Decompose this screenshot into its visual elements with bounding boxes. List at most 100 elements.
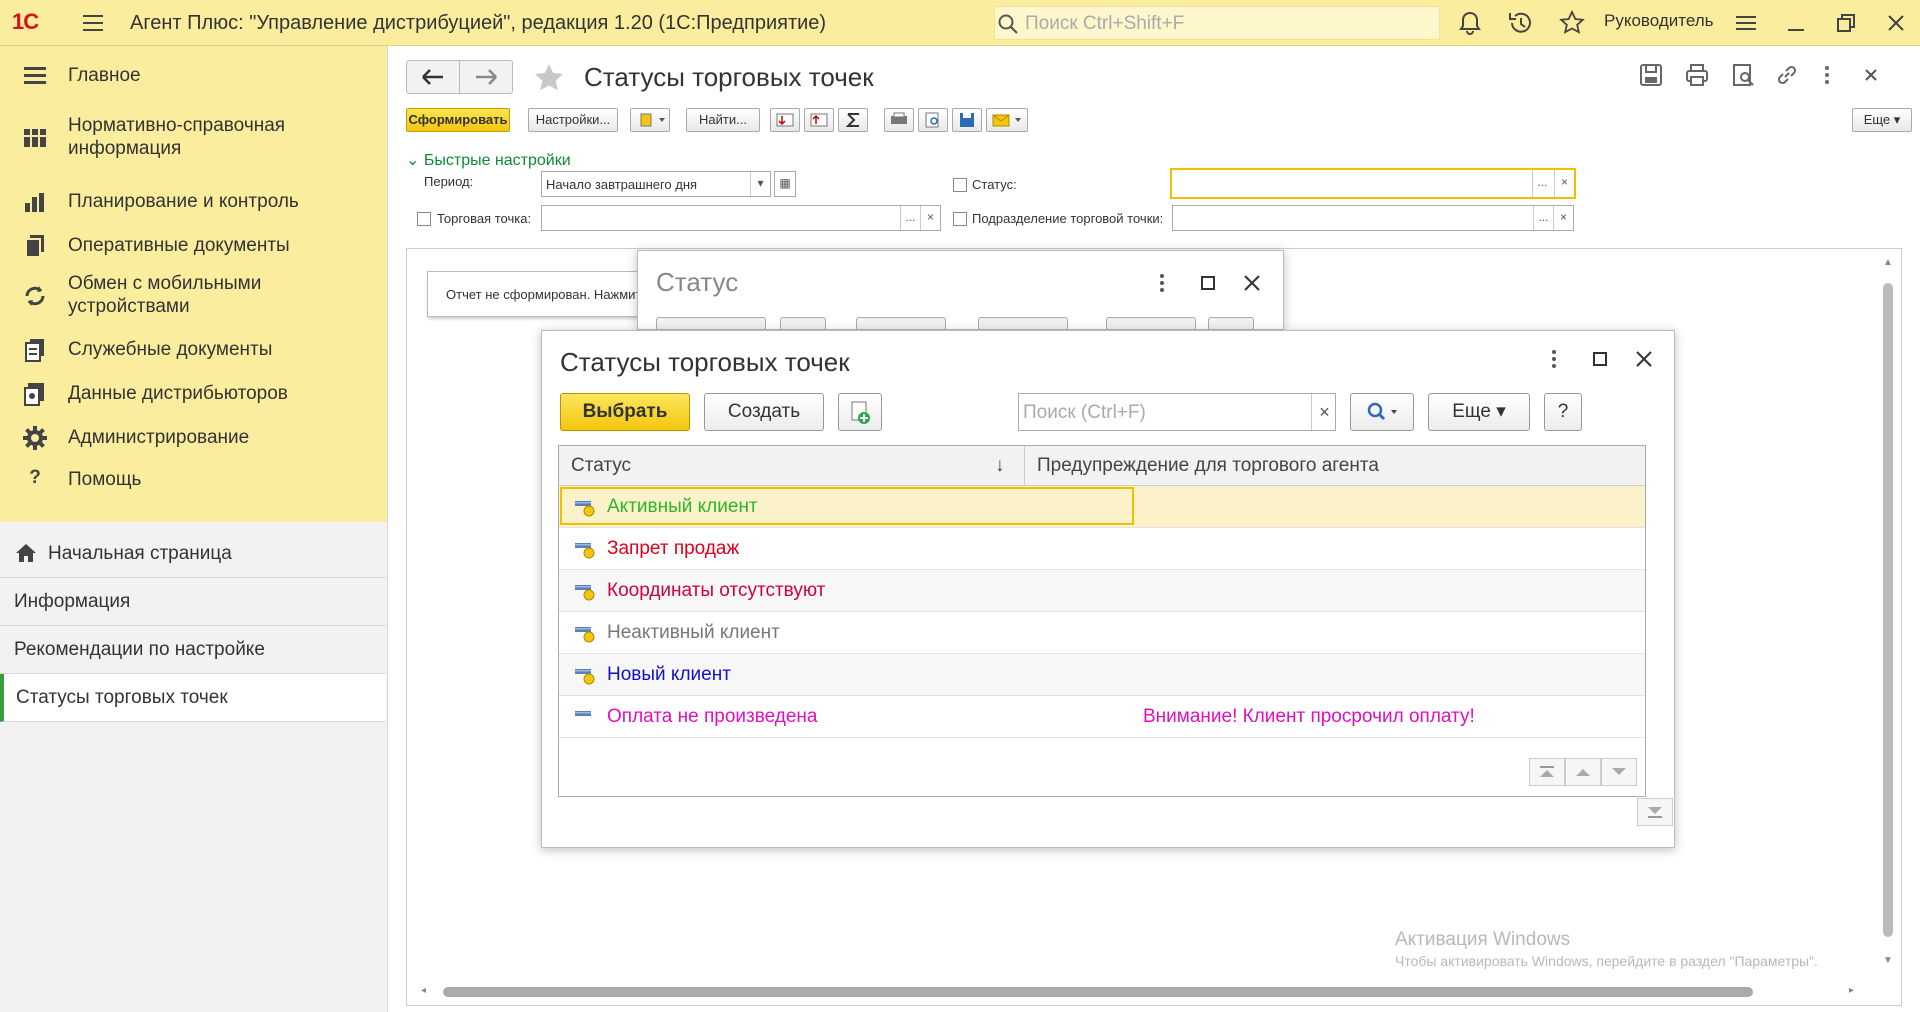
preview-icon[interactable] bbox=[1730, 62, 1756, 88]
table-row[interactable]: Оплата не произведена Внимание! Клиент пр… bbox=[559, 696, 1645, 738]
variant-dropdown-button[interactable] bbox=[630, 108, 670, 132]
status-field[interactable]: ... × bbox=[1170, 168, 1576, 199]
sidebar-item-service-docs[interactable]: Служебные документы bbox=[0, 330, 386, 370]
period-field[interactable]: Начало завтрашнего дня ▾ bbox=[541, 171, 771, 197]
status-dialog-button[interactable] bbox=[978, 317, 1068, 329]
status-dialog-button[interactable] bbox=[1208, 317, 1254, 329]
forward-button[interactable] bbox=[459, 60, 513, 94]
period-calendar-button[interactable]: ▦ bbox=[774, 171, 796, 197]
scroll-up-icon[interactable]: ▲ bbox=[1883, 257, 1893, 268]
history-icon[interactable] bbox=[1506, 9, 1534, 37]
sidebar-item-reference-info[interactable]: Нормативно-справочная информация bbox=[0, 110, 386, 166]
preview-report-icon[interactable] bbox=[918, 108, 948, 132]
save-report-icon[interactable] bbox=[952, 108, 982, 132]
create-copy-button[interactable] bbox=[838, 393, 882, 431]
scroll-right-icon[interactable]: ▸ bbox=[1849, 985, 1854, 996]
sidebar-link-outlet-statuses[interactable]: Статусы торговых точек bbox=[0, 674, 386, 722]
restore-icon[interactable] bbox=[1832, 9, 1860, 37]
table-row[interactable]: Новый клиент bbox=[559, 654, 1645, 696]
sidebar-link-info[interactable]: Информация bbox=[0, 578, 386, 626]
horizontal-scrollbar[interactable] bbox=[443, 987, 1753, 997]
scroll-left-icon[interactable]: ◂ bbox=[421, 985, 426, 996]
vertical-scrollbar[interactable] bbox=[1883, 283, 1893, 937]
status-select-icon[interactable]: ... bbox=[1532, 170, 1552, 197]
table-row[interactable]: Координаты отсутствуют bbox=[559, 570, 1645, 612]
period-dropdown-icon[interactable]: ▾ bbox=[750, 172, 770, 196]
quick-settings-toggle[interactable]: ⌄ Быстрые настройки bbox=[406, 150, 571, 170]
sort-desc-icon[interactable] bbox=[804, 108, 834, 132]
send-email-dropdown-icon[interactable] bbox=[986, 108, 1028, 132]
close-dialog-icon[interactable] bbox=[1630, 345, 1658, 373]
outlet-statuses-dialog[interactable]: Статусы торговых точек Выбрать Создать П… bbox=[541, 330, 1675, 848]
favorite-star-icon[interactable] bbox=[532, 62, 566, 94]
sidebar-item-administration[interactable]: Администрирование bbox=[0, 418, 386, 458]
more-button[interactable]: Еще ▾ bbox=[1852, 108, 1912, 132]
column-header-warning[interactable]: Предупреждение для торгового агента bbox=[1025, 446, 1645, 486]
select-button[interactable]: Выбрать bbox=[560, 393, 690, 431]
statuses-table[interactable]: Статус ↓ Предупреждение для торгового аг… bbox=[558, 445, 1646, 797]
user-name[interactable]: Руководитель bbox=[1604, 11, 1714, 31]
status-clear-icon[interactable]: × bbox=[1554, 170, 1574, 197]
sort-asc-icon[interactable] bbox=[770, 108, 800, 132]
maximize-icon[interactable] bbox=[1194, 269, 1222, 297]
settings-menu-icon[interactable] bbox=[1732, 9, 1760, 37]
subdivision-checkbox[interactable] bbox=[953, 212, 967, 226]
table-row[interactable]: Запрет продаж bbox=[559, 528, 1645, 570]
more-vertical-icon[interactable] bbox=[1540, 345, 1568, 373]
maximize-icon[interactable] bbox=[1586, 345, 1614, 373]
sidebar-link-home[interactable]: Начальная страница bbox=[0, 530, 386, 578]
sidebar-item-operational-docs[interactable]: Оперативные документы bbox=[0, 226, 386, 266]
outlet-select-icon[interactable]: ... bbox=[900, 206, 920, 230]
sidebar-link-setup-recommendations[interactable]: Рекомендации по настройке bbox=[0, 626, 386, 674]
scroll-down-icon[interactable]: ▼ bbox=[1883, 955, 1893, 966]
more-vertical-icon[interactable] bbox=[1148, 269, 1176, 297]
star-icon[interactable] bbox=[1558, 9, 1586, 37]
outlet-clear-icon[interactable]: × bbox=[920, 206, 940, 230]
sidebar-item-mobile-exchange[interactable]: Обмен с мобильными устройствами bbox=[0, 268, 386, 324]
scroll-bottom-icon[interactable] bbox=[1637, 798, 1673, 826]
subdivision-field[interactable]: ... × bbox=[1172, 205, 1574, 231]
link-icon[interactable] bbox=[1774, 62, 1800, 88]
status-dialog-button[interactable] bbox=[1106, 317, 1196, 329]
global-search-input[interactable]: Поиск Ctrl+Shift+F bbox=[994, 6, 1440, 40]
print-report-icon[interactable] bbox=[884, 108, 914, 132]
list-help-button[interactable]: ? bbox=[1544, 393, 1582, 431]
find-button[interactable]: Найти... bbox=[686, 108, 760, 132]
subdivision-clear-icon[interactable]: × bbox=[1553, 206, 1573, 230]
subdivision-select-icon[interactable]: ... bbox=[1533, 206, 1553, 230]
status-dialog[interactable]: Статус bbox=[637, 250, 1284, 330]
minimize-icon[interactable] bbox=[1782, 9, 1810, 37]
sidebar-item-planning[interactable]: Планирование и контроль bbox=[0, 182, 386, 222]
generate-button[interactable]: Сформировать bbox=[406, 108, 510, 132]
more-vertical-icon[interactable] bbox=[1814, 62, 1840, 88]
save-icon[interactable] bbox=[1638, 62, 1664, 88]
back-button[interactable] bbox=[406, 60, 460, 94]
close-icon[interactable] bbox=[1882, 9, 1910, 37]
scroll-top-icon[interactable] bbox=[1529, 758, 1565, 786]
close-form-icon[interactable] bbox=[1858, 62, 1884, 88]
scroll-up-icon[interactable] bbox=[1565, 758, 1601, 786]
scroll-down-icon[interactable] bbox=[1601, 758, 1637, 786]
sidebar-item-distributor-data[interactable]: Данные дистрибьюторов bbox=[0, 374, 386, 414]
close-dialog-icon[interactable] bbox=[1238, 269, 1266, 297]
outlet-field[interactable]: ... × bbox=[541, 205, 941, 231]
table-row[interactable]: Неактивный клиент bbox=[559, 612, 1645, 654]
sidebar-item-help[interactable]: ? Помощь bbox=[0, 460, 386, 500]
table-row[interactable]: Активный клиент bbox=[559, 486, 1645, 528]
sum-icon[interactable] bbox=[838, 108, 868, 132]
status-checkbox[interactable] bbox=[953, 178, 967, 192]
status-dialog-button[interactable] bbox=[780, 317, 826, 329]
outlet-checkbox[interactable] bbox=[417, 212, 431, 226]
status-dialog-button[interactable] bbox=[856, 317, 946, 329]
sidebar-item-main[interactable]: Главное bbox=[0, 56, 386, 96]
main-menu-icon[interactable] bbox=[80, 10, 106, 36]
search-options-button[interactable] bbox=[1350, 393, 1414, 431]
list-more-button[interactable]: Еще ▾ bbox=[1428, 393, 1530, 431]
list-search-input[interactable]: Поиск (Ctrl+F) × bbox=[1018, 393, 1336, 431]
bell-icon[interactable] bbox=[1456, 9, 1484, 37]
status-dialog-button[interactable] bbox=[656, 317, 766, 329]
print-icon[interactable] bbox=[1684, 62, 1710, 88]
search-clear-icon[interactable]: × bbox=[1311, 394, 1337, 430]
settings-button[interactable]: Настройки... bbox=[528, 108, 618, 132]
column-header-status[interactable]: Статус ↓ bbox=[559, 446, 1025, 486]
